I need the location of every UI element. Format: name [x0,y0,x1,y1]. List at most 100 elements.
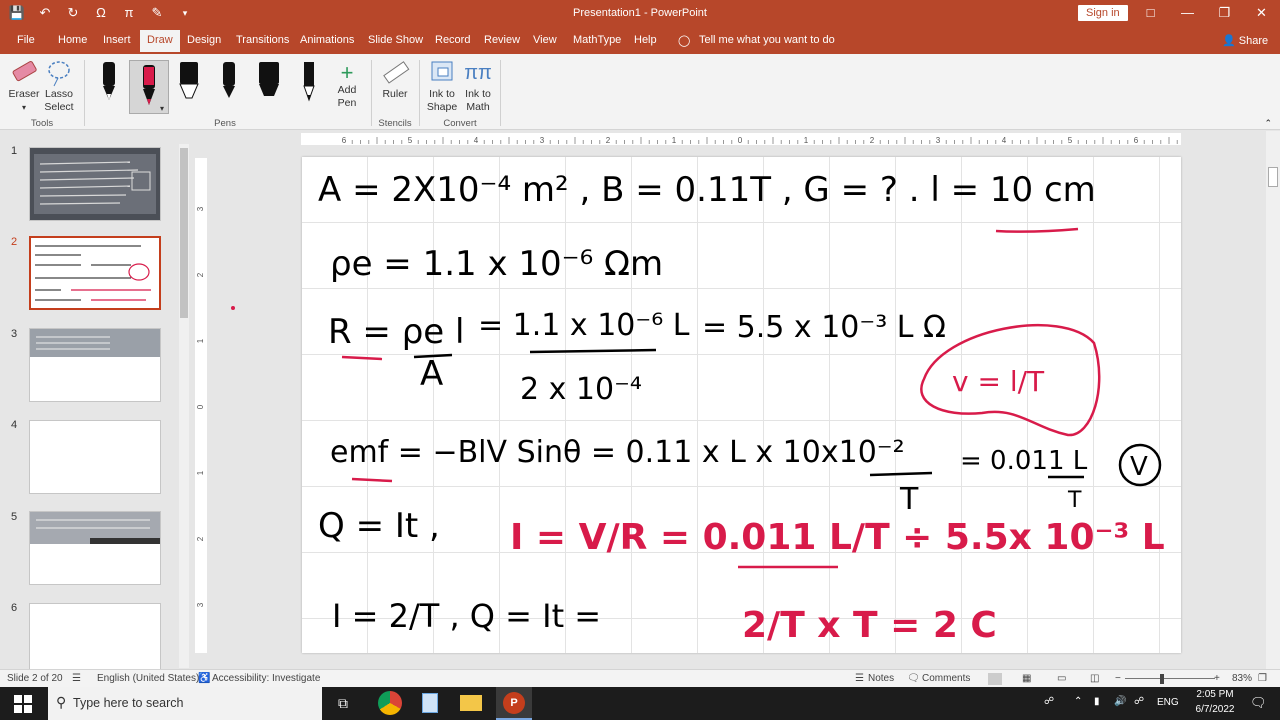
tab-transitions[interactable]: Transitions [236,34,289,46]
tab-animations[interactable]: Animations [300,34,354,46]
eraser-button[interactable]: Eraser ▾ [8,58,40,114]
ink-line-2: ρe = 1.1 x 10⁻⁶ Ωm [330,244,663,284]
eraser-icon [12,61,37,82]
chrome-icon[interactable] [378,691,402,715]
minimize-button[interactable]: — [1169,0,1206,28]
ribbon-display-icon[interactable]: □ [1132,0,1169,28]
lasso-select-button[interactable]: Lasso Select [44,58,74,114]
thumbnail-scrollbar[interactable] [179,144,189,668]
ruler-tick-label: 6 [1134,136,1139,145]
pen-red-selected[interactable]: ▾ [129,60,169,114]
thumb-number: 5 [11,511,18,523]
ruler-tick-label: 2 [196,272,205,277]
tab-mathtype[interactable]: MathType [573,34,621,46]
pen-icon [179,62,199,99]
notes-button[interactable]: Notes [868,673,894,684]
draw-ribbon: Eraser ▾ Lasso Select Tools ▾ + Add Pen … [0,54,1280,130]
slide-sorter-icon[interactable]: ▦ [1022,673,1031,684]
zoom-slider-thumb[interactable] [1160,674,1164,684]
maximize-button[interactable]: ❐ [1206,0,1243,28]
slide-thumbnail-2[interactable] [29,236,161,310]
slide-thumbnail-5[interactable] [29,511,161,585]
normal-view-icon[interactable] [988,673,1002,685]
highlighter-black[interactable] [254,60,284,104]
slide-thumbnail-3[interactable] [29,328,161,402]
ink-line-4d: T [1067,488,1082,513]
tab-record[interactable]: Record [435,34,470,46]
fit-to-window-icon[interactable]: ❐ [1258,673,1267,684]
slide-counter: Slide 2 of 20 [7,673,63,684]
tab-draw[interactable]: Draw [140,30,180,52]
ruler-tick-label: 6 [342,136,347,145]
ink-line-5-red: I = V/R = 0.011 L/T ÷ 5.5x 10⁻³ L [510,517,1165,558]
slide-thumbnail-1[interactable] [29,147,161,221]
zoom-slider[interactable] [1125,678,1215,679]
zoom-out-button[interactable]: − [1115,673,1121,684]
tab-help[interactable]: Help [634,34,657,46]
group-stencils-label: Stencils [378,118,412,129]
zoom-level[interactable]: 83% [1232,673,1252,684]
pen-black-2[interactable] [214,60,244,104]
windows-start-icon[interactable] [14,695,32,713]
svg-text:▾: ▾ [160,104,164,113]
sign-in-button[interactable]: Sign in [1078,5,1128,21]
notifications-icon[interactable]: 🗨 [1250,695,1267,711]
reading-view-icon[interactable]: ▭ [1057,673,1066,684]
ruler-button[interactable]: Ruler [380,58,410,101]
tab-slide-show[interactable]: Slide Show [368,34,423,46]
file-explorer-icon[interactable] [460,695,482,711]
photo-thumb [30,512,160,544]
scroll-thumb[interactable] [180,148,188,318]
close-button[interactable]: ✕ [1243,0,1280,28]
tab-insert[interactable]: Insert [103,34,131,46]
tell-me-search[interactable]: Tell me what you want to do [699,34,835,46]
volume-icon[interactable]: 🔊 [1114,696,1126,707]
pen-cursor-dot [231,306,235,310]
slide-thumbnail-6[interactable] [29,603,161,677]
tab-file[interactable]: File [17,34,35,46]
collapse-ribbon-icon[interactable]: ⌃ [1264,118,1272,129]
spelling-icon[interactable]: ☰ [72,673,81,684]
battery-icon[interactable]: ▮ [1094,696,1100,707]
ink-line-5: Q = It , [318,506,440,546]
notes-icon: ☰ [855,673,864,684]
slide-thumbnail-4[interactable] [29,420,161,494]
ruler-tick-label: 0 [738,136,743,145]
ruler-tick-label: 5 [408,136,413,145]
pencil-black[interactable] [294,60,324,104]
share-button[interactable]: 👤 Share [1222,34,1268,47]
ink-layer: A = 2X10⁻⁴ m² , B = 0.11T , G = ? . l = … [318,170,1165,646]
task-view-icon[interactable]: ⧉ [338,695,348,712]
comments-button[interactable]: Comments [922,673,970,684]
ruler-tick-label: 1 [196,338,205,343]
pen-white-marker[interactable] [174,60,204,104]
ruler-tick-label: 1 [196,470,205,475]
tab-review[interactable]: Review [484,34,520,46]
ink-to-math-button[interactable]: ππ Ink to Math [462,58,494,114]
photo-thumb [34,154,156,214]
clock-time[interactable]: 2:05 PM [1190,689,1240,700]
clock-date[interactable]: 6/7/2022 [1188,704,1242,715]
language-label[interactable]: English (United States) [97,673,199,684]
tab-home[interactable]: Home [58,34,87,46]
network-icon[interactable]: ☍ [1134,696,1144,707]
accessibility-status[interactable]: Accessibility: Investigate [212,673,320,684]
language-indicator[interactable]: ENG [1157,697,1179,708]
slide-scrollbar[interactable] [1266,131,1280,669]
taskbar-search-box[interactable]: ⚲ Type here to search [48,687,322,720]
ink-to-shape-button[interactable]: Ink to Shape [426,58,458,114]
ink-line-3c: = 1.1 x 10⁻⁶ L [478,308,690,343]
highlighter-icon [259,62,279,96]
tab-design[interactable]: Design [187,34,221,46]
zoom-in-button[interactable]: + [1214,673,1220,684]
add-pen-button[interactable]: + Add Pen [330,62,364,110]
slideshow-icon[interactable]: ◫ [1090,673,1099,684]
pen-black-1[interactable] [94,60,124,104]
tab-view[interactable]: View [533,34,557,46]
slide-canvas[interactable]: A = 2X10⁻⁴ m² , B = 0.11T , G = ? . l = … [302,157,1181,653]
people-icon[interactable]: ☍ [1044,696,1054,707]
notepad-icon[interactable] [422,693,438,713]
tray-chevron-icon[interactable]: ⌃ [1074,696,1082,707]
share-label: Share [1238,35,1269,47]
scroll-thumb[interactable] [1268,167,1278,187]
